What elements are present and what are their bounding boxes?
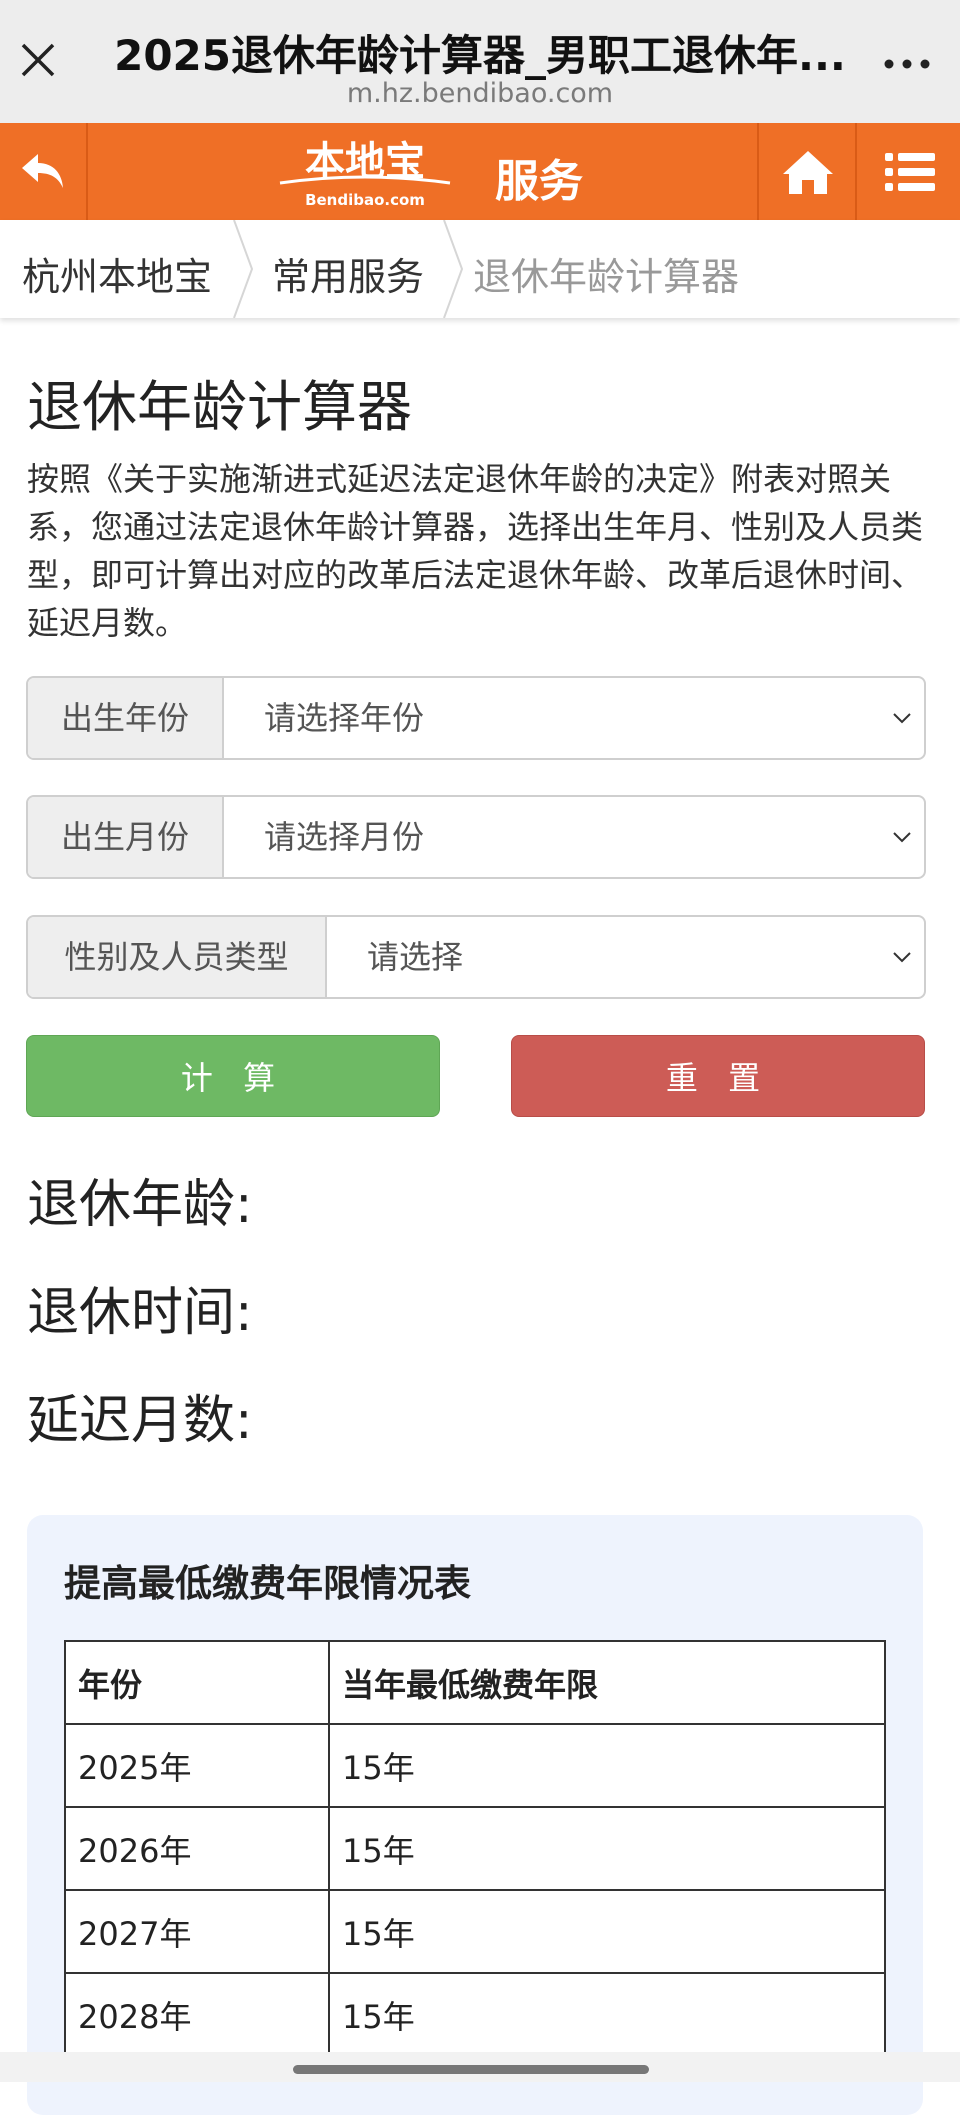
webview-topbar: 2025退休年龄计算器_男职工退休年... m.hz.bendibao.com bbox=[0, 0, 960, 123]
table-header-row: 年份 当年最低缴费年限 bbox=[64, 1640, 886, 1725]
min-contribution-table: 年份 当年最低缴费年限 2025年 15年 2026年 15年 2027年 15… bbox=[64, 1640, 886, 2057]
menu-button[interactable] bbox=[855, 123, 960, 220]
breadcrumb-separator-icon bbox=[443, 220, 464, 318]
table-cell-year: 2026年 bbox=[64, 1806, 330, 1891]
page-tab-title: 2025退休年龄计算器_男职工退休年... bbox=[114, 31, 846, 80]
close-icon[interactable] bbox=[18, 40, 58, 80]
table-row: 2026年 15年 bbox=[64, 1806, 886, 1891]
chevron-down-icon bbox=[893, 832, 911, 843]
back-button[interactable] bbox=[0, 123, 88, 220]
home-indicator[interactable] bbox=[293, 2065, 649, 2074]
table-cell-year: 2025年 bbox=[64, 1723, 330, 1808]
service-label: 服务 bbox=[495, 156, 583, 207]
breadcrumb-item-hangzhou[interactable]: 杭州本地宝 bbox=[22, 246, 212, 301]
breadcrumb-separator-icon bbox=[233, 220, 254, 318]
birth-month-select[interactable]: 出生月份 请选择月份 bbox=[26, 795, 926, 879]
retirement-time-label: 退休时间: bbox=[27, 1283, 253, 1343]
table-cell-min-years: 15年 bbox=[328, 1723, 886, 1808]
person-type-select[interactable]: 性别及人员类型 请选择 bbox=[26, 915, 926, 999]
chevron-down-icon bbox=[893, 713, 911, 724]
birth-year-label: 出生年份 bbox=[28, 678, 224, 758]
table-cell-min-years: 15年 bbox=[328, 1972, 886, 2057]
table-row: 2028年 15年 bbox=[64, 1972, 886, 2057]
table-cell-min-years: 15年 bbox=[328, 1889, 886, 1974]
table-title: 提高最低缴费年限情况表 bbox=[64, 1562, 471, 1605]
birth-month-value: 请选择月份 bbox=[264, 818, 425, 856]
table-cell-year: 2027年 bbox=[64, 1889, 330, 1974]
birth-year-select[interactable]: 出生年份 请选择年份 bbox=[26, 676, 926, 760]
table-header-min-years: 当年最低缴费年限 bbox=[328, 1640, 886, 1725]
home-icon bbox=[783, 150, 833, 194]
breadcrumb-item-services[interactable]: 常用服务 bbox=[272, 246, 424, 301]
calculate-button[interactable]: 计 算 bbox=[26, 1035, 440, 1117]
breadcrumb-item-current: 退休年龄计算器 bbox=[473, 255, 740, 299]
back-arrow-icon bbox=[22, 153, 63, 188]
svg-text:Bendibao.com: Bendibao.com bbox=[305, 191, 425, 209]
list-menu-icon bbox=[884, 152, 935, 191]
min-contribution-card: 提高最低缴费年限情况表 年份 当年最低缴费年限 2025年 15年 2026年 … bbox=[27, 1515, 923, 2115]
retirement-age-label: 退休年龄: bbox=[27, 1175, 253, 1235]
chevron-down-icon bbox=[893, 952, 911, 963]
table-cell-min-years: 15年 bbox=[328, 1806, 886, 1891]
person-type-label: 性别及人员类型 bbox=[28, 917, 327, 997]
reset-button[interactable]: 重 置 bbox=[511, 1035, 925, 1117]
intro-text: 按照《关于实施渐进式延迟法定退休年龄的决定》附表对照关系，您通过法定退休年龄计算… bbox=[27, 460, 924, 642]
more-options-icon[interactable] bbox=[882, 44, 932, 74]
birth-month-label: 出生月份 bbox=[28, 797, 224, 877]
table-row: 2027年 15年 bbox=[64, 1889, 886, 1974]
breadcrumb: 杭州本地宝 常用服务 退休年龄计算器 bbox=[0, 220, 960, 318]
table-cell-year: 2028年 bbox=[64, 1972, 330, 2057]
page-title: 退休年龄计算器 bbox=[27, 375, 413, 439]
page-url: m.hz.bendibao.com bbox=[346, 78, 614, 109]
birth-year-value: 请选择年份 bbox=[264, 699, 425, 737]
delay-months-label: 延迟月数: bbox=[27, 1391, 253, 1451]
bendibao-logo[interactable]: 本地宝 Bendibao.com bbox=[270, 131, 460, 213]
home-button[interactable] bbox=[757, 123, 857, 220]
person-type-value: 请选择 bbox=[367, 938, 464, 976]
system-home-bar bbox=[0, 2052, 960, 2082]
site-header: 本地宝 Bendibao.com 服务 bbox=[0, 123, 960, 220]
table-header-year: 年份 bbox=[64, 1640, 330, 1725]
table-row: 2025年 15年 bbox=[64, 1723, 886, 1808]
